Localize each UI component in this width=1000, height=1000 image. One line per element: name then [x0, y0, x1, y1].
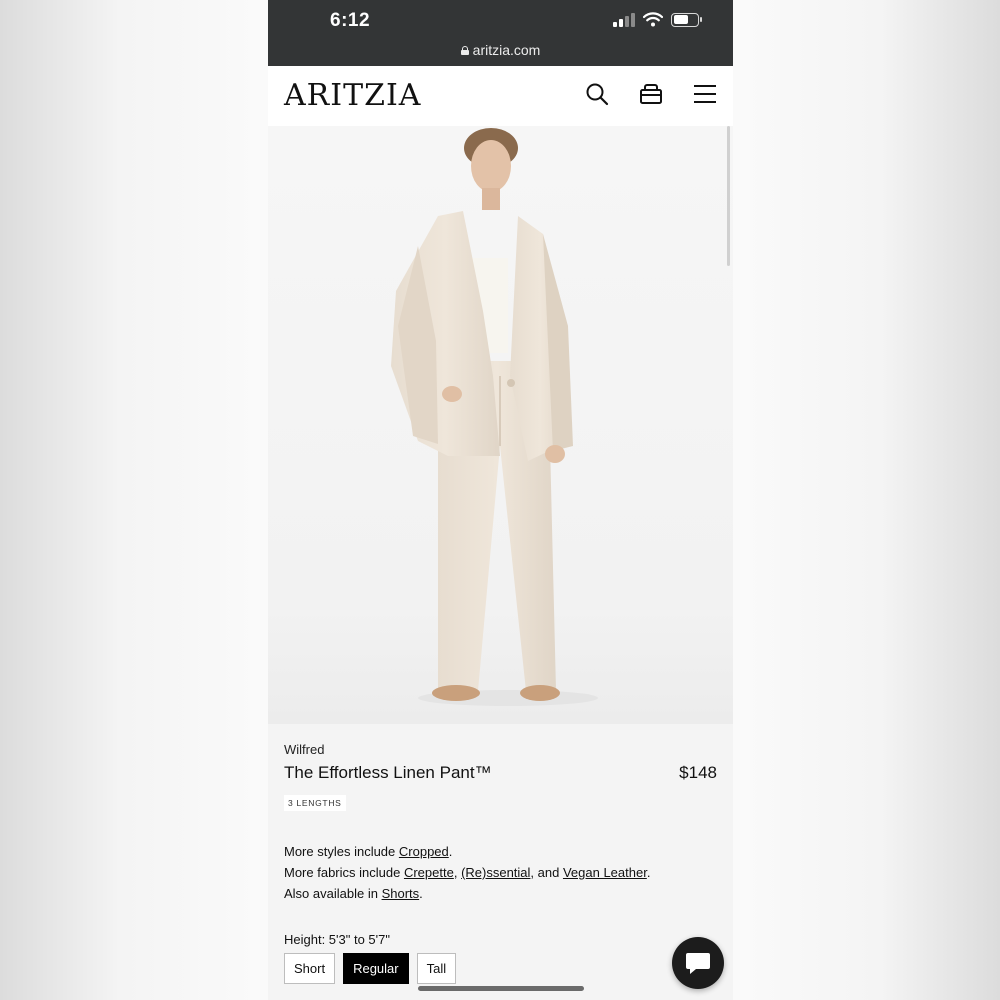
height-label: Height: 5'3" to 5'7"	[284, 932, 390, 947]
more-fabrics-text: More fabrics include	[284, 865, 404, 880]
search-icon[interactable]	[585, 82, 609, 106]
more-styles-text: More styles include	[284, 844, 399, 859]
wifi-icon	[643, 12, 663, 27]
chat-icon	[686, 953, 710, 974]
battery-icon	[671, 12, 702, 27]
phone-screen: 6:12 aritzia.com ARITZIA Wilfred The Eff…	[268, 0, 733, 1000]
signal-icon	[613, 12, 635, 27]
header-actions	[585, 82, 717, 106]
brand-logo[interactable]: ARITZIA	[284, 78, 421, 113]
link-ressential[interactable]: (Re)ssential	[461, 865, 530, 880]
also-available-text: Also available in	[284, 886, 382, 901]
link-cropped[interactable]: Cropped	[399, 844, 449, 859]
separator: , and	[530, 865, 563, 880]
product-image[interactable]	[268, 126, 733, 724]
length-tall-button[interactable]: Tall	[416, 953, 457, 984]
link-shorts[interactable]: Shorts	[382, 886, 420, 901]
product-title: The Effortless Linen Pant™	[284, 763, 492, 782]
product-price: $148	[679, 763, 717, 782]
bag-icon[interactable]	[639, 82, 663, 106]
menu-icon[interactable]	[693, 82, 717, 106]
model-photo	[391, 128, 598, 706]
chat-button[interactable]	[672, 937, 724, 989]
more-styles-line: More styles include Cropped.	[284, 841, 717, 862]
length-selector: Short Regular Tall	[284, 953, 717, 984]
length-regular-button[interactable]: Regular	[343, 953, 409, 984]
site-header: ARITZIA	[268, 66, 733, 126]
link-crepette[interactable]: Crepette	[404, 865, 454, 880]
period: .	[448, 844, 453, 859]
more-options: More styles include Cropped. More fabric…	[284, 841, 717, 904]
separator: ,	[453, 865, 462, 880]
period: .	[646, 865, 651, 880]
url-text: aritzia.com	[472, 42, 541, 58]
lock-icon	[460, 45, 469, 55]
url-bar[interactable]: aritzia.com	[268, 42, 733, 58]
product-info: Wilfred The Effortless Linen Pant™ $148 …	[268, 724, 733, 984]
home-indicator[interactable]	[418, 986, 584, 991]
status-icons	[613, 12, 702, 27]
scrollbar[interactable]	[727, 126, 730, 266]
title-row: The Effortless Linen Pant™ $148	[284, 763, 717, 783]
link-vegan-leather[interactable]: Vegan Leather	[563, 865, 647, 880]
more-fabrics-line: More fabrics include Crepette, (Re)ssent…	[284, 862, 717, 883]
length-short-button[interactable]: Short	[284, 953, 336, 984]
also-available-line: Also available in Shorts.	[284, 883, 717, 904]
product-brand[interactable]: Wilfred	[284, 742, 717, 757]
lengths-badge: 3 LENGTHS	[284, 795, 346, 811]
status-bar: 6:12 aritzia.com	[268, 0, 733, 66]
period: .	[419, 886, 423, 901]
status-time: 6:12	[330, 10, 371, 31]
